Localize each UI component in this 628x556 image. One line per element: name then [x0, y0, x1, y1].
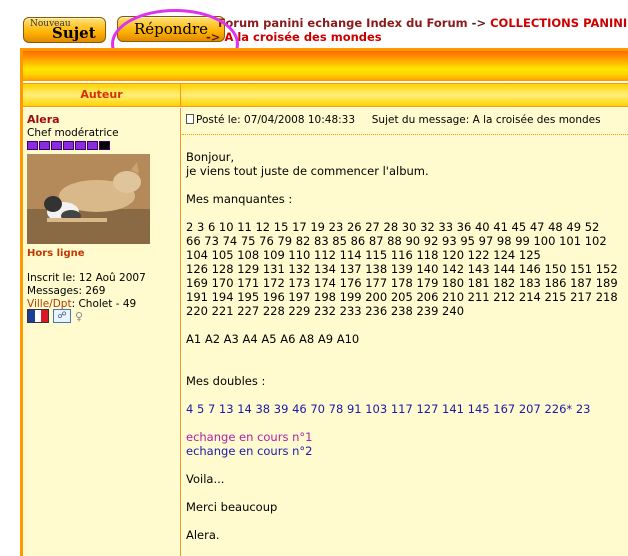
rank-pip [75, 141, 86, 150]
new-topic-big-label: Sujet [52, 24, 96, 42]
avatar [27, 154, 150, 244]
post-panel: Posté le: 07/04/2008 10:48:33 Sujet du m… [182, 108, 628, 556]
missing-line: 126 128 129 131 132 134 137 138 139 140 … [186, 262, 618, 276]
missing-line: 2 3 6 10 11 12 15 17 19 23 26 27 28 30 3… [186, 220, 600, 234]
rank-pip [99, 141, 110, 150]
missing-line: 66 73 74 75 76 79 82 83 85 86 87 88 90 9… [186, 234, 607, 248]
post-date: Posté le: 07/04/2008 10:48:33 [196, 114, 356, 126]
online-status: Hors ligne [27, 248, 85, 259]
author-joined: Inscrit le: 12 Aoû 2007 [27, 272, 146, 284]
breadcrumb: Forum panini echange Index du Forum -> C… [206, 16, 628, 44]
rank-pip [39, 141, 50, 150]
rank-pip [87, 141, 98, 150]
column-header-row: Auteur [23, 83, 628, 107]
thanks-text: Merci beaucoup [186, 500, 278, 514]
author-icons: ☍ ♀ [27, 309, 83, 323]
author-messages: Messages: 269 [27, 285, 106, 297]
missing-line: 191 194 195 196 197 198 199 200 205 206 … [186, 290, 618, 304]
missing-numbers: 2 3 6 10 11 12 15 17 19 23 26 27 28 30 3… [186, 220, 628, 318]
breadcrumb-forum-index[interactable]: Forum panini echange Index du Forum [218, 16, 468, 30]
signature: Alera. [186, 528, 220, 542]
post-table: Auteur Alera Chef modératrice Hors ligne… [20, 48, 628, 556]
exchange-link-2[interactable]: echange en cours n°2 [186, 444, 628, 458]
doubles-title: Mes doubles : [186, 374, 266, 388]
intro-text: je viens tout juste de commencer l'album… [186, 164, 429, 178]
header-band [23, 51, 628, 81]
breadcrumb-separator: -> [471, 16, 487, 30]
profile-icon[interactable]: ☍ [53, 309, 71, 323]
post-divider [182, 134, 628, 135]
author-rank: Chef modératrice [27, 127, 119, 139]
missing-line: 169 170 171 172 173 174 176 177 178 179 … [186, 276, 618, 290]
breadcrumb-topic[interactable]: A la croisée des mondes [224, 30, 381, 44]
author-panel: Alera Chef modératrice Hors ligne Inscri… [23, 108, 181, 556]
missing-line: 104 105 108 109 110 112 114 115 116 118 … [186, 248, 541, 262]
exchange-link-1[interactable]: echange en cours n°1 [186, 430, 628, 444]
author-username[interactable]: Alera [27, 113, 60, 126]
post-header: Posté le: 07/04/2008 10:48:33 Sujet du m… [186, 114, 628, 126]
greeting: Bonjour, [186, 150, 235, 164]
missing-line: 220 221 227 228 229 232 233 236 238 239 … [186, 304, 465, 318]
new-topic-button[interactable]: Nouveau Sujet [23, 17, 106, 43]
missing-title: Mes manquantes : [186, 192, 293, 206]
author-info: Inscrit le: 12 Aoû 2007 Messages: 269 Vi… [27, 272, 146, 311]
missing-letters: A1 A2 A3 A4 A5 A6 A8 A9 A10 [186, 332, 360, 346]
post-body: Bonjour, je viens tout juste de commence… [186, 150, 628, 542]
breadcrumb-collections[interactable]: COLLECTIONS PANINI [490, 16, 627, 30]
voila-text: Voila... [186, 472, 225, 486]
post-icon[interactable] [186, 114, 194, 124]
rank-pip [51, 141, 62, 150]
author-column-header: Auteur [23, 84, 181, 106]
doubles-line: 4 5 7 13 14 38 39 46 70 78 91 103 117 12… [186, 402, 591, 416]
post-subject: Sujet du message: A la croisée des monde… [371, 114, 601, 126]
breadcrumb-separator: -> [206, 30, 221, 44]
rank-pip [63, 141, 74, 150]
rank-bar [27, 141, 110, 150]
france-flag-icon [27, 309, 49, 323]
top-toolbar: Nouveau Sujet Répondre Forum panini echa… [0, 0, 628, 79]
female-symbol-icon: ♀ [75, 309, 84, 323]
rank-pip [27, 141, 38, 150]
